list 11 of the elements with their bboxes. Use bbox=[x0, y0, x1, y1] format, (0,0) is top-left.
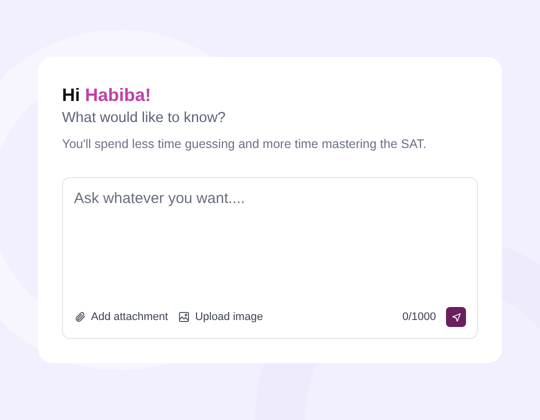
image-icon bbox=[178, 311, 190, 323]
greeting-heading: Hi Habiba! bbox=[62, 84, 152, 106]
subtitle: What would like to know? bbox=[62, 109, 227, 127]
send-icon bbox=[452, 312, 460, 322]
character-counter: 0/1000 bbox=[402, 311, 436, 323]
prompt-box[interactable]: Ask whatever you want.... Add attachment Upload image 0/1000 bbox=[62, 177, 478, 339]
paperclip-icon bbox=[74, 311, 86, 323]
add-attachment-button[interactable]: Add attachment bbox=[74, 311, 168, 323]
upload-image-button[interactable]: Upload image bbox=[178, 311, 263, 323]
description: You'll spend less time guessing and more time mastering the SAT. bbox=[62, 136, 428, 152]
send-button[interactable] bbox=[446, 307, 466, 327]
